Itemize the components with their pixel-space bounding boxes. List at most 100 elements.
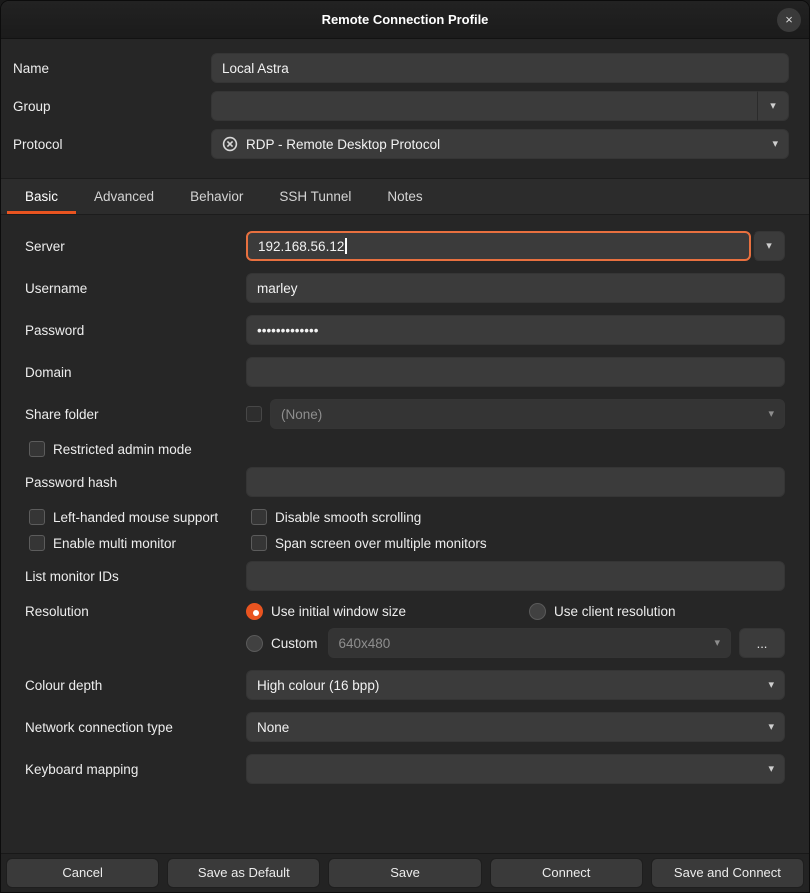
span-screen-option[interactable]: Span screen over multiple monitors: [251, 535, 487, 551]
keyboard-mapping-select[interactable]: ▾: [246, 754, 785, 784]
save-as-default-button[interactable]: Save as Default: [167, 858, 320, 888]
restricted-admin-label: Restricted admin mode: [53, 442, 192, 457]
titlebar[interactable]: Remote Connection Profile ×: [1, 1, 809, 39]
name-value: Local Astra: [222, 61, 289, 76]
username-row: Username marley: [25, 273, 785, 303]
cancel-button[interactable]: Cancel: [6, 858, 159, 888]
resolution-more-button[interactable]: ...: [739, 628, 785, 658]
span-screen-label: Span screen over multiple monitors: [275, 536, 487, 551]
protocol-select[interactable]: RDP - Remote Desktop Protocol ▾: [211, 129, 789, 159]
domain-input[interactable]: [246, 357, 785, 387]
name-row: Name Local Astra: [11, 53, 789, 83]
password-hash-input[interactable]: [246, 467, 785, 497]
resolution-custom-label: Custom: [271, 636, 318, 651]
resolution-custom-row: Custom 640x480 ▾ ...: [25, 628, 785, 658]
rdp-protocol-icon: [222, 136, 238, 152]
password-hash-label: Password hash: [25, 475, 246, 490]
colour-depth-value: High colour (16 bpp): [257, 678, 760, 693]
header-fields-section: Name Local Astra Group ▾ Protocol: [1, 39, 809, 167]
chevron-down-icon: ▾: [768, 680, 774, 691]
close-button[interactable]: ×: [777, 8, 801, 32]
domain-label: Domain: [25, 365, 246, 380]
chevron-down-icon: ▾: [768, 764, 774, 775]
list-monitor-input[interactable]: [246, 561, 785, 591]
resolution-client-option[interactable]: Use client resolution: [529, 603, 676, 620]
multi-monitor-label: Enable multi monitor: [53, 536, 176, 551]
restricted-admin-option[interactable]: Restricted admin mode: [29, 441, 251, 457]
left-handed-label: Left-handed mouse support: [53, 510, 218, 525]
username-label: Username: [25, 281, 246, 296]
resolution-initial-radio[interactable]: [246, 603, 263, 620]
monitor-options-row: Enable multi monitor Span screen over mu…: [25, 535, 785, 551]
group-row: Group ▾: [11, 91, 789, 121]
chevron-down-icon: ▾: [768, 722, 774, 733]
share-folder-row: Share folder (None) ▾: [25, 399, 785, 429]
multi-monitor-option[interactable]: Enable multi monitor: [29, 535, 251, 551]
group-dropdown-button[interactable]: ▾: [757, 91, 789, 121]
server-value: 192.168.56.12: [258, 239, 344, 254]
tab-notes[interactable]: Notes: [369, 179, 440, 214]
password-label: Password: [25, 323, 246, 338]
colour-depth-row: Colour depth High colour (16 bpp) ▾: [25, 670, 785, 700]
left-handed-checkbox[interactable]: [29, 509, 45, 525]
group-input[interactable]: [211, 91, 761, 121]
list-monitor-label: List monitor IDs: [25, 569, 246, 584]
network-type-select[interactable]: None ▾: [246, 712, 785, 742]
resolution-client-radio[interactable]: [529, 603, 546, 620]
password-input[interactable]: •••••••••••••: [246, 315, 785, 345]
group-label: Group: [11, 99, 211, 114]
left-handed-option[interactable]: Left-handed mouse support: [29, 509, 251, 525]
tab-behavior[interactable]: Behavior: [172, 179, 261, 214]
window-title: Remote Connection Profile: [322, 12, 489, 27]
keyboard-mapping-label: Keyboard mapping: [25, 762, 246, 777]
chevron-down-icon: ▾: [768, 409, 774, 420]
resolution-initial-option[interactable]: Use initial window size: [246, 603, 529, 620]
username-value: marley: [257, 281, 298, 296]
tab-ssh-tunnel[interactable]: SSH Tunnel: [261, 179, 369, 214]
share-folder-label: Share folder: [25, 407, 246, 422]
restricted-admin-checkbox[interactable]: [29, 441, 45, 457]
disable-smooth-label: Disable smooth scrolling: [275, 510, 421, 525]
save-button[interactable]: Save: [328, 858, 481, 888]
domain-row: Domain: [25, 357, 785, 387]
connect-button[interactable]: Connect: [490, 858, 643, 888]
custom-resolution-value: 640x480: [339, 636, 707, 651]
resolution-custom-radio[interactable]: [246, 635, 263, 652]
chevron-down-icon: ▾: [766, 241, 772, 252]
multi-monitor-checkbox[interactable]: [29, 535, 45, 551]
colour-depth-label: Colour depth: [25, 678, 246, 693]
password-hash-row: Password hash: [25, 467, 785, 497]
server-input[interactable]: 192.168.56.12: [246, 231, 751, 261]
share-folder-select[interactable]: (None) ▾: [270, 399, 785, 429]
resolution-label: Resolution: [25, 604, 246, 619]
disable-smooth-checkbox[interactable]: [251, 509, 267, 525]
mouse-options-row: Left-handed mouse support Disable smooth…: [25, 509, 785, 525]
list-monitor-row: List monitor IDs: [25, 561, 785, 591]
restricted-admin-row: Restricted admin mode: [25, 441, 785, 457]
tab-basic[interactable]: Basic: [7, 179, 76, 214]
protocol-label: Protocol: [11, 137, 211, 152]
share-folder-value: (None): [281, 407, 760, 422]
name-label: Name: [11, 61, 211, 76]
chevron-down-icon: ▾: [714, 638, 720, 649]
save-and-connect-button[interactable]: Save and Connect: [651, 858, 804, 888]
username-input[interactable]: marley: [246, 273, 785, 303]
network-type-label: Network connection type: [25, 720, 246, 735]
protocol-row: Protocol RDP - Remote Desktop Protocol ▾: [11, 129, 789, 159]
share-folder-checkbox[interactable]: [246, 406, 262, 422]
resolution-custom-option[interactable]: Custom: [246, 635, 318, 652]
chevron-down-icon: ▾: [770, 101, 776, 112]
tab-advanced[interactable]: Advanced: [76, 179, 172, 214]
colour-depth-select[interactable]: High colour (16 bpp) ▾: [246, 670, 785, 700]
footer-button-bar: Cancel Save as Default Save Connect Save…: [1, 853, 809, 892]
password-value: •••••••••••••: [257, 323, 318, 338]
text-cursor: [345, 238, 347, 254]
server-dropdown-button[interactable]: ▾: [753, 231, 785, 261]
custom-resolution-select[interactable]: 640x480 ▾: [328, 628, 731, 658]
remote-connection-profile-dialog: Remote Connection Profile × Name Local A…: [0, 0, 810, 893]
span-screen-checkbox[interactable]: [251, 535, 267, 551]
keyboard-mapping-row: Keyboard mapping ▾: [25, 754, 785, 784]
disable-smooth-option[interactable]: Disable smooth scrolling: [251, 509, 421, 525]
server-label: Server: [25, 239, 246, 254]
name-input[interactable]: Local Astra: [211, 53, 789, 83]
